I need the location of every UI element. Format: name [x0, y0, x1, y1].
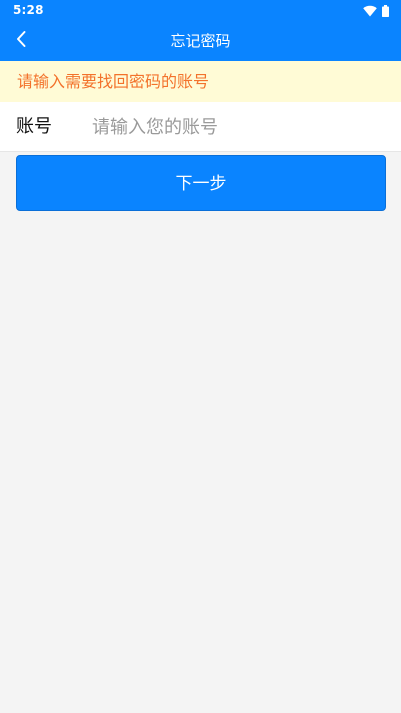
- account-row: 账号: [0, 102, 401, 152]
- account-input[interactable]: [82, 110, 392, 144]
- next-step-button[interactable]: 下一步: [16, 155, 386, 211]
- status-icons: [363, 4, 389, 18]
- page-title: 忘记密码: [170, 32, 231, 50]
- status-time: 5:28: [13, 3, 44, 17]
- wifi-icon: [363, 2, 377, 21]
- hint-banner: 请输入需要找回密码的账号: [0, 61, 401, 102]
- status-bar: 5:28: [0, 0, 401, 22]
- forgot-password-screen: 5:28 忘记密码 请输入需要找回密码的账号 账号 请输入您的账号 下一步: [0, 0, 401, 713]
- hint-text: 请输入需要找回密码的账号: [17, 72, 210, 91]
- battery-icon: [382, 2, 389, 21]
- app-bar: 忘记密码: [0, 22, 401, 61]
- account-label: 账号: [16, 116, 52, 137]
